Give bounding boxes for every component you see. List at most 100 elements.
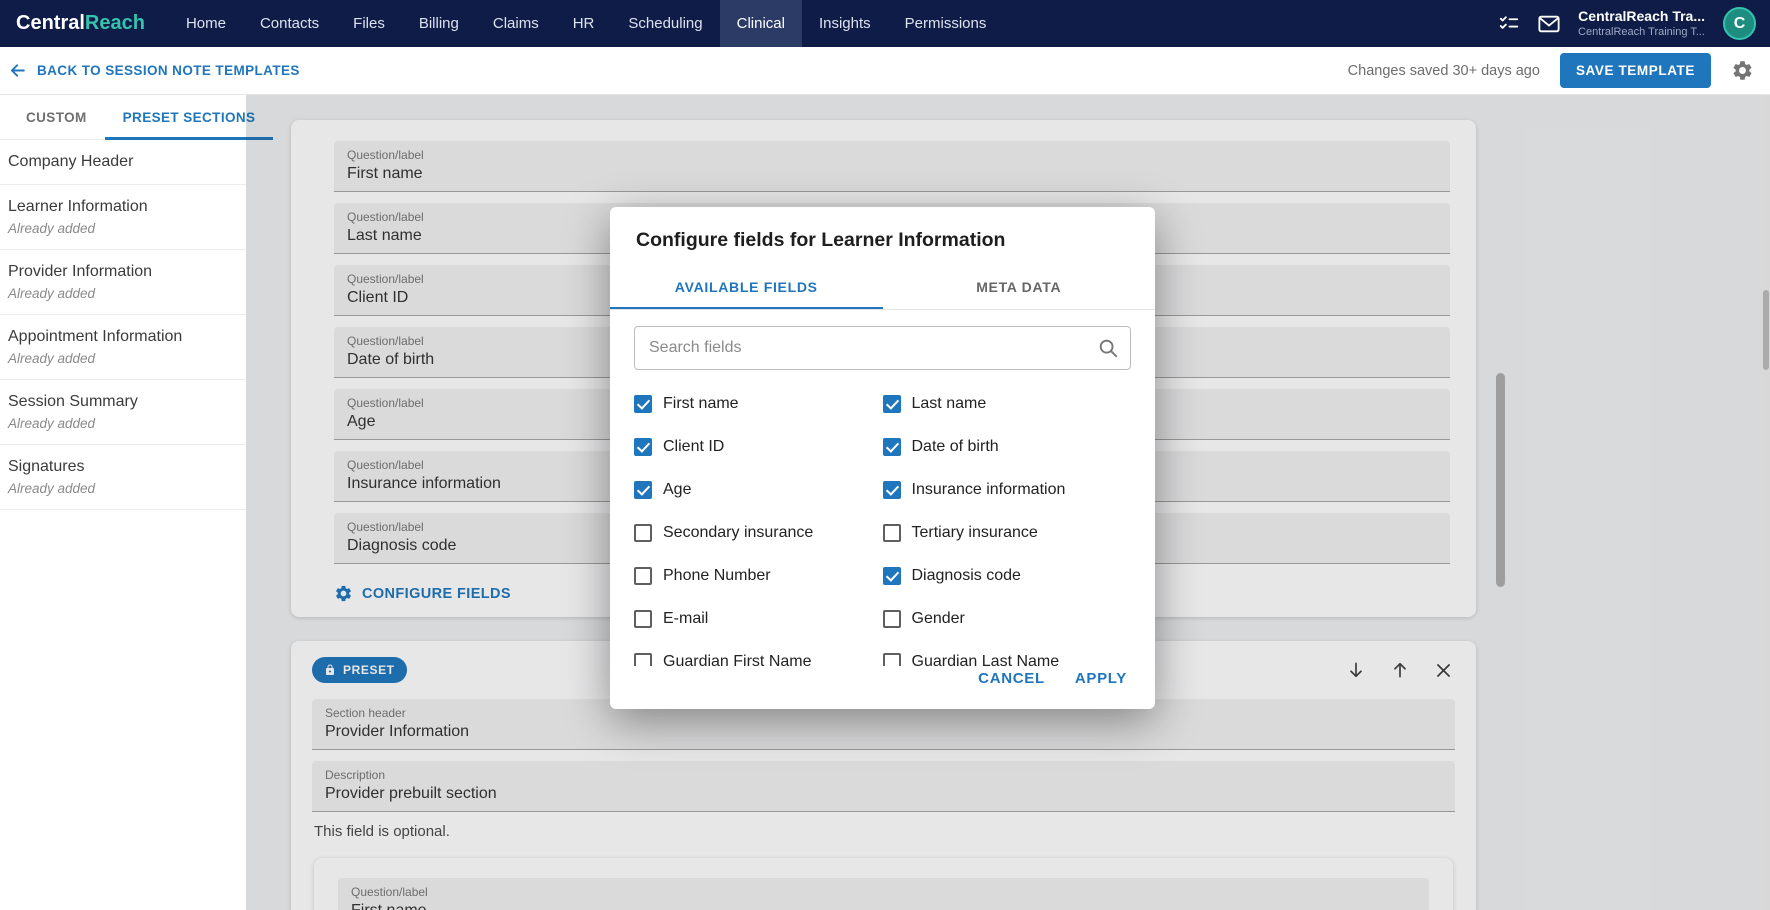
section-note: Already added	[8, 351, 230, 366]
field-option-tertiary-insurance[interactable]: Tertiary insurance	[883, 524, 1132, 542]
back-to-templates-link[interactable]: BACK TO SESSION NOTE TEMPLATES	[37, 63, 300, 78]
field-option-label: Tertiary insurance	[912, 524, 1038, 542]
nav-item-contacts[interactable]: Contacts	[243, 0, 336, 47]
field-option-label: E-mail	[663, 610, 708, 628]
checkbox[interactable]	[883, 610, 901, 628]
nav-item-claims[interactable]: Claims	[476, 0, 556, 47]
field-search	[634, 326, 1131, 370]
field-option-gender[interactable]: Gender	[883, 610, 1132, 628]
field-option-guardian-last-name[interactable]: Guardian Last Name	[883, 653, 1132, 667]
search-fields-input[interactable]	[634, 326, 1131, 370]
checkbox[interactable]	[883, 567, 901, 585]
section-note: Already added	[8, 481, 230, 496]
field-option-label: Secondary insurance	[663, 524, 813, 542]
checkbox[interactable]	[883, 524, 901, 542]
cancel-button[interactable]: CANCEL	[978, 670, 1045, 687]
tab-available-fields[interactable]: AVAILABLE FIELDS	[610, 266, 883, 309]
field-option-label: Last name	[912, 395, 987, 413]
settings-gear-icon[interactable]	[1731, 59, 1754, 82]
nav-item-hr[interactable]: HR	[556, 0, 612, 47]
field-option-email[interactable]: E-mail	[634, 610, 883, 628]
nav-item-files[interactable]: Files	[336, 0, 402, 47]
nav-item-clinical[interactable]: Clinical	[720, 0, 802, 47]
field-option-last-name[interactable]: Last name	[883, 395, 1132, 413]
field-option-label: Date of birth	[912, 438, 999, 456]
field-option-insurance-information[interactable]: Insurance information	[883, 481, 1132, 499]
user-organization: CentralReach Training T...	[1578, 25, 1705, 39]
modal-title: Configure fields for Learner Information	[610, 207, 1155, 266]
tab-custom[interactable]: CUSTOM	[8, 95, 105, 139]
checkbox[interactable]	[634, 481, 652, 499]
avatar-initial: C	[1734, 15, 1746, 33]
available-fields-list: First name Last name Client ID Date of b…	[610, 382, 1155, 666]
centralreach-logo[interactable]: CentralReach	[0, 0, 169, 47]
section-title: Learner Information	[8, 198, 230, 216]
top-nav: CentralReach Home Contacts Files Billing…	[0, 0, 1770, 47]
checkbox[interactable]	[883, 438, 901, 456]
save-template-button[interactable]: SAVE TEMPLATE	[1560, 53, 1711, 88]
configure-fields-modal: Configure fields for Learner Information…	[610, 207, 1155, 709]
changes-saved-status: Changes saved 30+ days ago	[1348, 63, 1540, 79]
tab-meta-data[interactable]: META DATA	[883, 266, 1156, 309]
field-option-label: Age	[663, 481, 691, 499]
user-avatar[interactable]: C	[1723, 7, 1756, 40]
field-option-label: Diagnosis code	[912, 567, 1021, 585]
field-option-age[interactable]: Age	[634, 481, 883, 499]
modal-footer: CANCEL APPLY	[610, 670, 1155, 709]
section-title: Company Header	[8, 153, 230, 171]
field-option-label: First name	[663, 395, 739, 413]
sidebar-item-provider-information[interactable]: Provider Information Already added	[0, 250, 246, 315]
sidebar-tabs: CUSTOM PRESET SECTIONS	[0, 95, 246, 140]
app-root: CentralReach Home Contacts Files Billing…	[0, 0, 1770, 910]
sidebar-item-appointment-information[interactable]: Appointment Information Already added	[0, 315, 246, 380]
checkbox[interactable]	[883, 653, 901, 667]
checkbox[interactable]	[634, 524, 652, 542]
section-note: Already added	[8, 286, 230, 301]
checkbox[interactable]	[883, 481, 901, 499]
field-option-guardian-first-name[interactable]: Guardian First Name	[634, 653, 883, 667]
field-option-first-name[interactable]: First name	[634, 395, 883, 413]
field-option-label: Guardian Last Name	[912, 653, 1060, 667]
tasks-checklist-icon[interactable]	[1498, 13, 1520, 35]
sidebar-item-company-header[interactable]: Company Header	[0, 140, 246, 185]
checkbox[interactable]	[634, 395, 652, 413]
sidebar-item-signatures[interactable]: Signatures Already added	[0, 445, 246, 510]
checkbox[interactable]	[634, 653, 652, 667]
sidebar-item-session-summary[interactable]: Session Summary Already added	[0, 380, 246, 445]
nav-item-insights[interactable]: Insights	[802, 0, 888, 47]
field-option-label: Gender	[912, 610, 965, 628]
section-note: Already added	[8, 416, 230, 431]
nav-item-permissions[interactable]: Permissions	[888, 0, 1004, 47]
preset-section-list: Company Header Learner Information Alrea…	[0, 140, 246, 510]
field-option-label: Guardian First Name	[663, 653, 812, 667]
section-title: Provider Information	[8, 263, 230, 281]
nav-item-home[interactable]: Home	[169, 0, 243, 47]
checkbox[interactable]	[634, 438, 652, 456]
field-option-label: Insurance information	[912, 481, 1066, 499]
sections-sidebar: CUSTOM PRESET SECTIONS Company Header Le…	[0, 95, 246, 910]
field-option-phone-number[interactable]: Phone Number	[634, 567, 883, 585]
field-option-secondary-insurance[interactable]: Secondary insurance	[634, 524, 883, 542]
checkbox[interactable]	[634, 610, 652, 628]
user-name: CentralReach Tra...	[1578, 7, 1705, 25]
sidebar-item-learner-information[interactable]: Learner Information Already added	[0, 185, 246, 250]
field-option-diagnosis-code[interactable]: Diagnosis code	[883, 567, 1132, 585]
section-title: Session Summary	[8, 393, 230, 411]
mail-icon[interactable]	[1538, 15, 1560, 33]
nav-item-billing[interactable]: Billing	[402, 0, 476, 47]
logo-part2: Reach	[85, 12, 145, 35]
back-arrow-icon[interactable]	[8, 61, 27, 80]
logo-part1: Central	[16, 12, 85, 35]
apply-button[interactable]: APPLY	[1075, 670, 1127, 687]
field-option-client-id[interactable]: Client ID	[634, 438, 883, 456]
section-title: Appointment Information	[8, 328, 230, 346]
user-menu[interactable]: CentralReach Tra... CentralReach Trainin…	[1578, 7, 1705, 39]
nav-right-cluster: CentralReach Tra... CentralReach Trainin…	[1498, 0, 1770, 47]
nav-item-scheduling[interactable]: Scheduling	[611, 0, 719, 47]
field-option-label: Client ID	[663, 438, 724, 456]
main-nav: Home Contacts Files Billing Claims HR Sc…	[169, 0, 1003, 47]
template-toolbar: BACK TO SESSION NOTE TEMPLATES Changes s…	[0, 47, 1770, 95]
checkbox[interactable]	[634, 567, 652, 585]
checkbox[interactable]	[883, 395, 901, 413]
field-option-date-of-birth[interactable]: Date of birth	[883, 438, 1132, 456]
